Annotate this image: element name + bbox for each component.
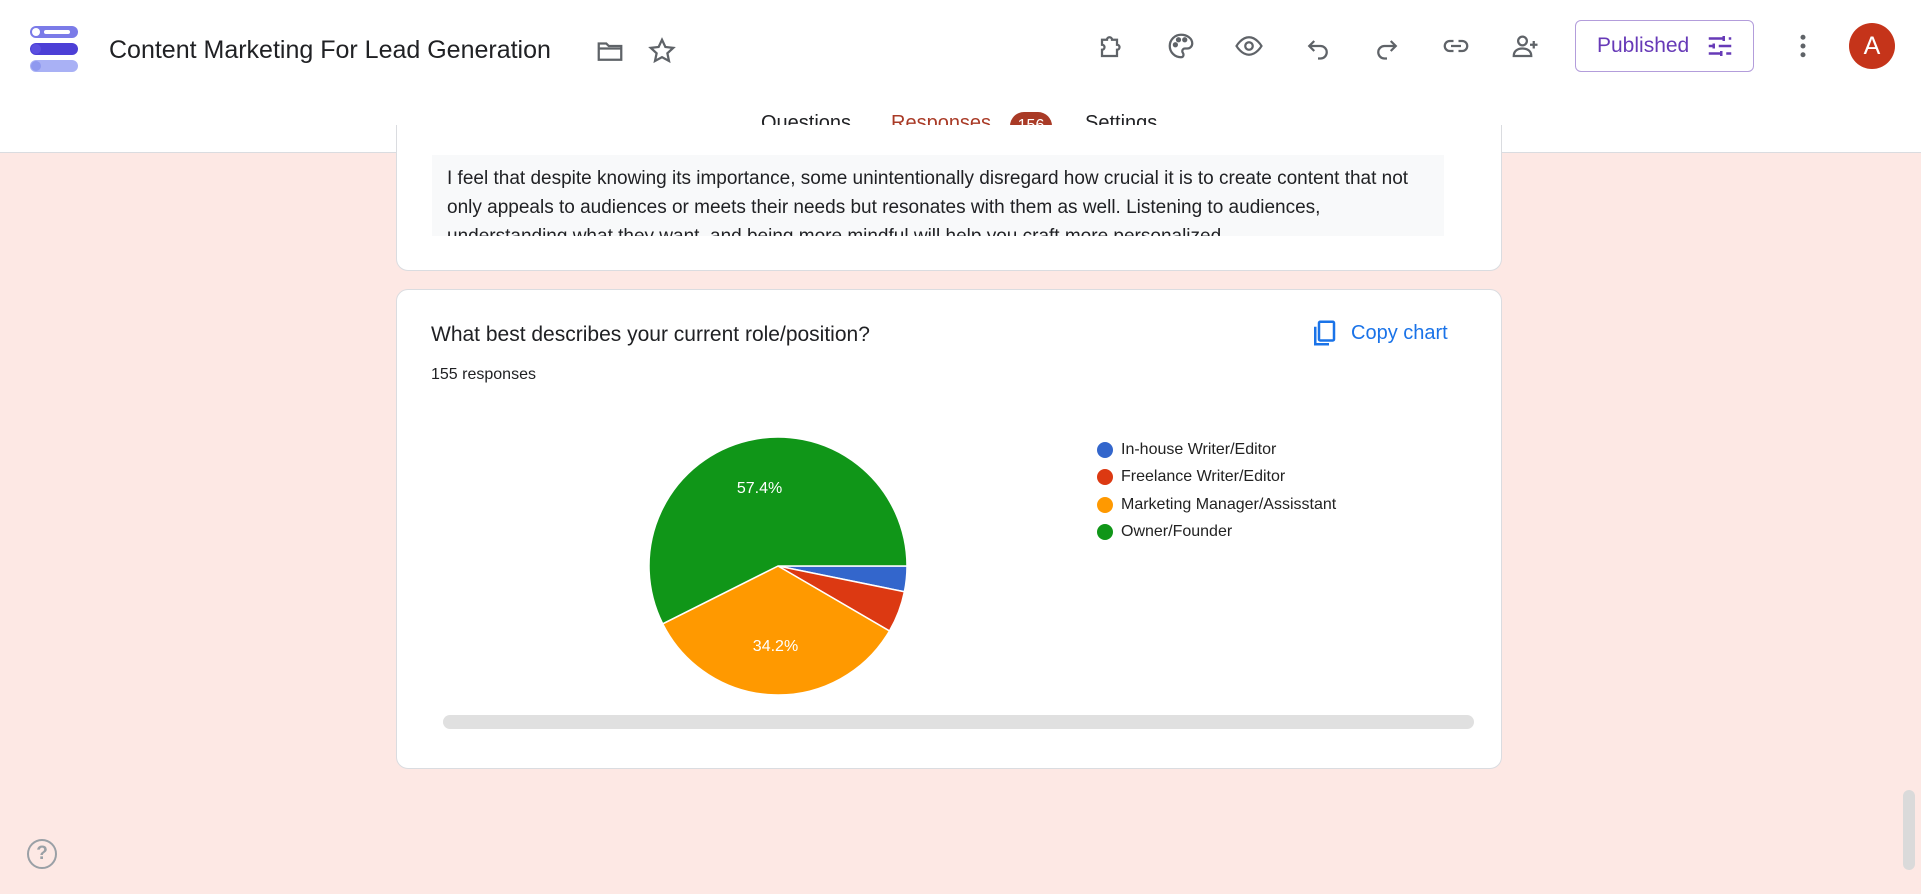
eye-icon[interactable]: [1231, 28, 1267, 64]
pie-chart: 34.2% 57.4%: [648, 436, 908, 696]
legend-swatch: [1097, 441, 1113, 458]
forms-logo-icon[interactable]: [30, 26, 78, 72]
copy-icon: [1314, 320, 1336, 346]
more-vert-icon[interactable]: [1785, 28, 1821, 64]
legend-swatch: [1097, 524, 1113, 541]
sliders-icon: [1708, 36, 1732, 56]
copy-chart-button[interactable]: Copy chart: [1309, 317, 1448, 349]
legend-swatch: [1097, 496, 1113, 513]
add-person-icon[interactable]: [1507, 28, 1543, 64]
legend-item: In-house Writer/Editor: [1097, 436, 1336, 464]
pie-data-label: 57.4%: [737, 480, 782, 497]
legend-item: Owner/Founder: [1097, 519, 1336, 547]
pie-data-label: 34.2%: [753, 638, 798, 655]
vertical-scrollbar[interactable]: [1903, 790, 1915, 870]
chart-legend: In-house Writer/Editor Freelance Writer/E…: [1097, 436, 1336, 546]
puzzle-icon[interactable]: [1094, 28, 1130, 64]
legend-label: Marketing Manager/Assisstant: [1121, 495, 1337, 513]
legend-label: Freelance Writer/Editor: [1121, 468, 1286, 486]
form-title[interactable]: Content Marketing For Lead Generation: [109, 36, 551, 65]
horizontal-scrollbar[interactable]: [443, 715, 1474, 729]
copy-chart-label: Copy chart: [1351, 321, 1448, 344]
undo-icon[interactable]: [1300, 28, 1336, 64]
link-icon[interactable]: [1438, 28, 1474, 64]
published-label: Published: [1597, 34, 1690, 57]
text-responses-card: I feel that despite knowing its importan…: [396, 125, 1502, 271]
folder-icon[interactable]: [592, 33, 628, 69]
question-title: What best describes your current role/po…: [431, 323, 870, 346]
legend-label: In-house Writer/Editor: [1121, 440, 1277, 458]
star-icon[interactable]: [644, 33, 680, 69]
redo-icon[interactable]: [1369, 28, 1405, 64]
response-count: 155 responses: [431, 366, 536, 383]
palette-icon[interactable]: [1163, 28, 1199, 64]
legend-item: Freelance Writer/Editor: [1097, 464, 1336, 492]
legend-swatch: [1097, 469, 1113, 486]
published-button[interactable]: Published: [1575, 20, 1754, 72]
legend-item: Marketing Manager/Assisstant: [1097, 491, 1336, 519]
text-answer: I feel that despite knowing its importan…: [432, 155, 1444, 236]
help-icon[interactable]: ?: [27, 839, 57, 869]
legend-label: Owner/Founder: [1121, 523, 1233, 541]
avatar[interactable]: A: [1849, 23, 1895, 69]
chart-card: What best describes your current role/po…: [396, 289, 1502, 769]
